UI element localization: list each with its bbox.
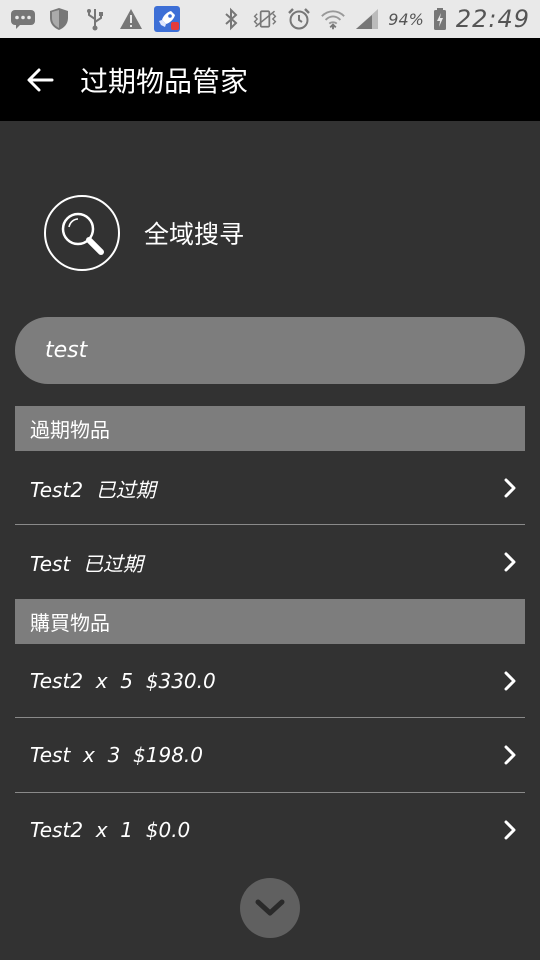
- section-header-purchased: 購買物品: [15, 599, 525, 644]
- list-item-label: Test2 x 1 $0.0: [30, 818, 191, 842]
- message-icon: [10, 6, 36, 32]
- chevron-right-icon: [495, 478, 525, 498]
- warning-icon: [118, 6, 144, 32]
- alarm-icon: [286, 6, 312, 32]
- chevron-right-icon: [495, 671, 525, 691]
- rocket-app-icon: [154, 6, 180, 32]
- list-item[interactable]: Test 已过期: [15, 525, 525, 599]
- back-button[interactable]: [0, 38, 80, 121]
- search-heading: 全域搜寻: [144, 220, 245, 249]
- list-item-label: Test 已过期: [30, 551, 144, 576]
- battery-percent: 94%: [388, 9, 424, 29]
- list-item-label: Test2 x 5 $330.0: [30, 669, 216, 693]
- search-input[interactable]: [15, 317, 525, 384]
- expand-more-button[interactable]: [240, 878, 300, 938]
- bluetooth-icon: [218, 6, 244, 32]
- chevron-right-icon: [495, 820, 525, 840]
- status-bar: 94% 22:49: [0, 0, 540, 38]
- list-item-label: Test2 已过期: [30, 477, 156, 502]
- chevron-down-icon: [255, 899, 285, 916]
- list-item[interactable]: Test2 已过期: [15, 451, 525, 525]
- vibrate-icon: [252, 6, 278, 32]
- shield-icon: [46, 6, 72, 32]
- list-item-label: Test x 3 $198.0: [30, 743, 203, 767]
- list-item[interactable]: Test2 x 1 $0.0: [15, 793, 525, 867]
- signal-icon: [354, 6, 380, 32]
- chevron-right-icon: [495, 745, 525, 765]
- list-item[interactable]: Test x 3 $198.0: [15, 718, 525, 792]
- wifi-icon: [320, 6, 346, 32]
- chevron-right-icon: [495, 552, 525, 572]
- search-icon: [44, 195, 120, 271]
- app-bar: 过期物品管家: [0, 38, 540, 121]
- search-header: 全域搜寻: [44, 195, 244, 271]
- page-title: 过期物品管家: [80, 64, 249, 98]
- usb-icon: [82, 6, 108, 32]
- clock: 22:49: [455, 5, 530, 33]
- arrow-left-icon: [27, 68, 54, 91]
- list-item[interactable]: Test2 x 5 $330.0: [15, 644, 525, 718]
- battery-icon: [432, 6, 448, 32]
- section-header-expired: 過期物品: [15, 406, 525, 451]
